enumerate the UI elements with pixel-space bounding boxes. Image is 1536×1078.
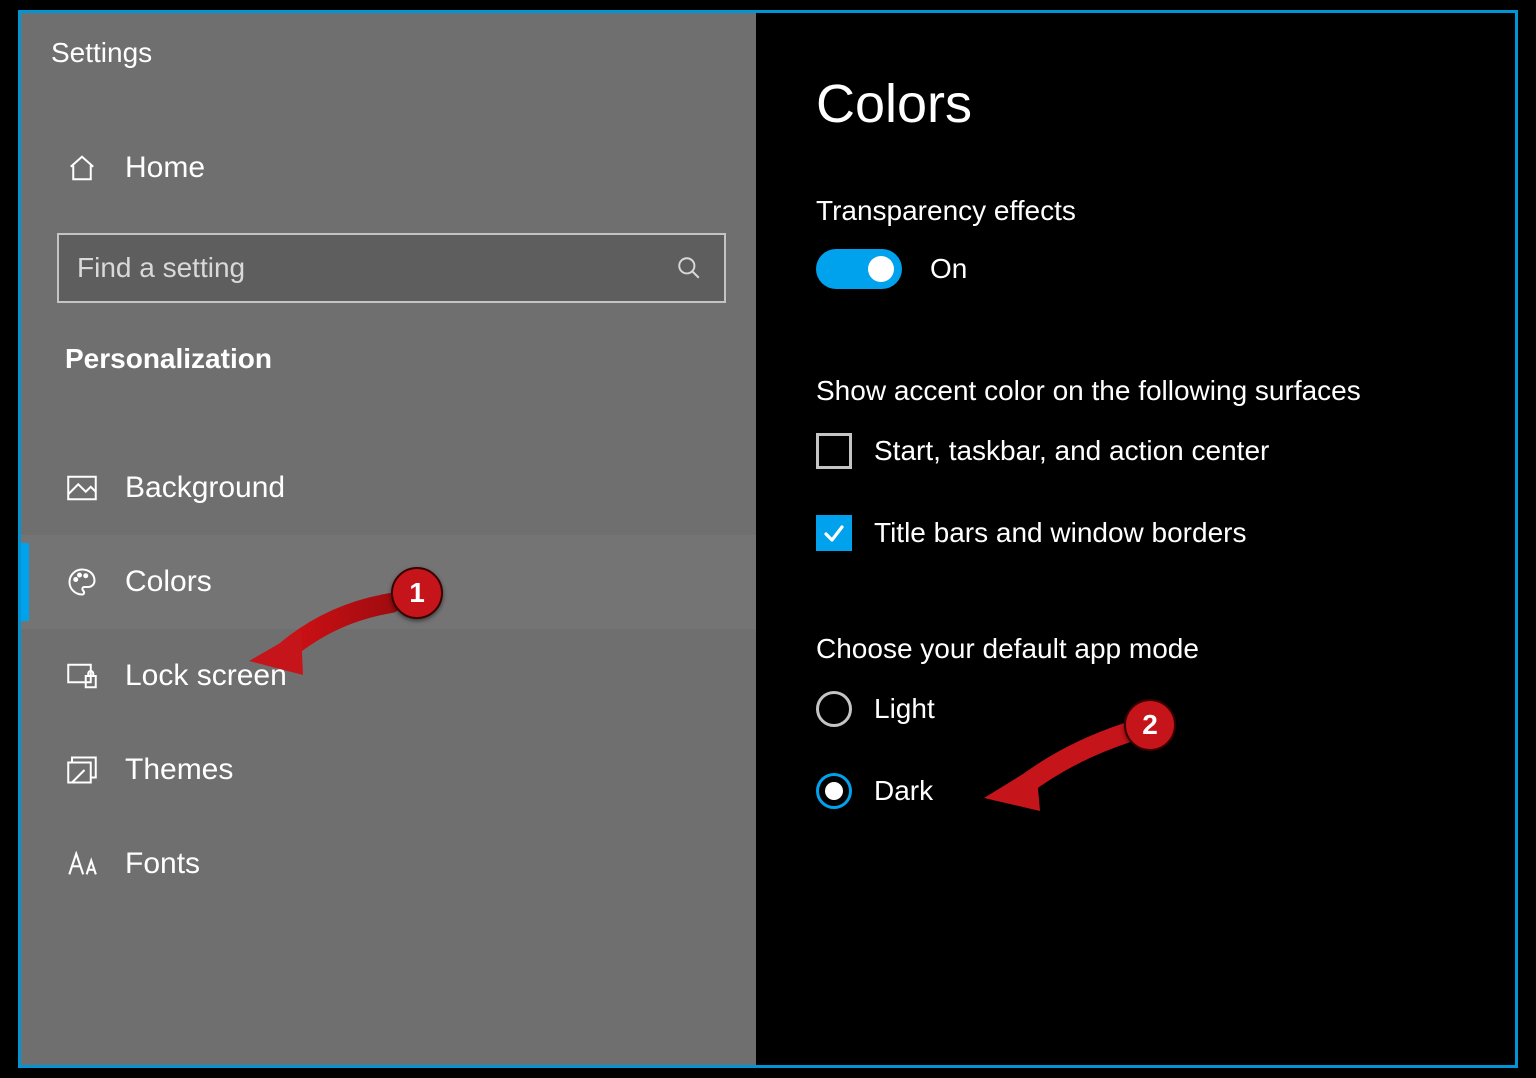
- app-title: Settings: [21, 23, 756, 69]
- radio-dark[interactable]: Dark 2: [816, 773, 1515, 809]
- radio-icon: [816, 773, 852, 809]
- checkbox-label: Start, taskbar, and action center: [874, 435, 1269, 467]
- sidebar-item-label: Themes: [125, 753, 233, 787]
- radio-light[interactable]: Light: [816, 691, 1515, 727]
- search-input[interactable]: Find a setting: [57, 233, 726, 303]
- transparency-toggle[interactable]: [816, 249, 902, 289]
- checkbox-start-taskbar[interactable]: Start, taskbar, and action center: [816, 433, 1515, 469]
- sidebar: Settings Home Find a setting Personaliza…: [21, 13, 756, 1065]
- page-title: Colors: [816, 73, 1515, 135]
- app-mode-label: Choose your default app mode: [816, 633, 1515, 665]
- home-button[interactable]: Home: [21, 139, 756, 197]
- main-panel: Colors Transparency effects On Show acce…: [756, 13, 1515, 1065]
- toggle-knob: [868, 256, 894, 282]
- search-placeholder: Find a setting: [77, 252, 676, 284]
- checkbox-title-bars[interactable]: Title bars and window borders: [816, 515, 1515, 551]
- search-icon: [676, 255, 702, 281]
- checkbox-label: Title bars and window borders: [874, 517, 1246, 549]
- sidebar-item-label: Lock screen: [125, 659, 287, 693]
- themes-icon: [67, 755, 97, 785]
- sidebar-item-label: Colors: [125, 565, 212, 599]
- home-label: Home: [125, 151, 205, 185]
- checkbox-icon: [816, 433, 852, 469]
- home-icon: [67, 153, 97, 183]
- fonts-icon: [67, 849, 97, 879]
- accent-surfaces-label: Show accent color on the following surfa…: [816, 375, 1515, 407]
- sidebar-item-label: Background: [125, 471, 285, 505]
- sidebar-item-label: Fonts: [125, 847, 200, 881]
- radio-icon: [816, 691, 852, 727]
- picture-icon: [67, 473, 97, 503]
- sidebar-item-themes[interactable]: Themes: [21, 723, 756, 817]
- sidebar-item-fonts[interactable]: Fonts: [21, 817, 756, 911]
- checkbox-icon: [816, 515, 852, 551]
- lockscreen-icon: [67, 661, 97, 691]
- settings-window: Settings Home Find a setting Personaliza…: [18, 10, 1518, 1068]
- radio-label: Light: [874, 693, 935, 725]
- sidebar-item-colors[interactable]: Colors: [21, 535, 756, 629]
- transparency-label: Transparency effects: [816, 195, 1515, 227]
- sidebar-item-lock-screen[interactable]: Lock screen: [21, 629, 756, 723]
- sidebar-section-header: Personalization: [21, 303, 756, 375]
- radio-label: Dark: [874, 775, 933, 807]
- sidebar-nav: Background Colors Lock screen: [21, 441, 756, 911]
- palette-icon: [67, 567, 97, 597]
- sidebar-item-background[interactable]: Background: [21, 441, 756, 535]
- transparency-state: On: [930, 253, 967, 285]
